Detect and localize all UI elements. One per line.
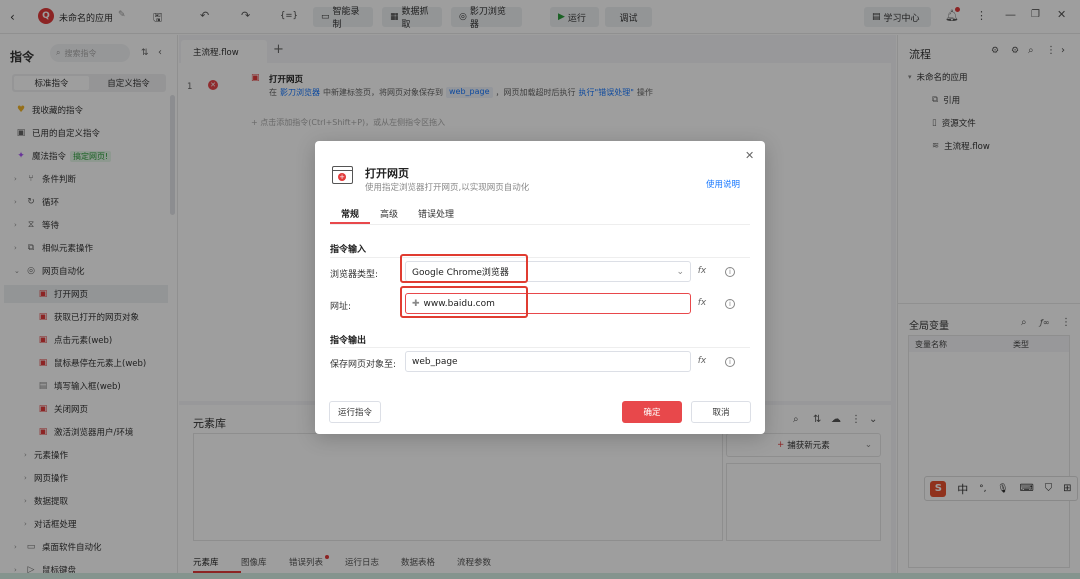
dialog-close-icon[interactable]: ✕ bbox=[745, 149, 754, 162]
tab-error-handling[interactable]: 错误处理 bbox=[408, 207, 464, 224]
url-label: 网址: bbox=[330, 302, 352, 312]
help-link[interactable]: 使用说明 bbox=[706, 178, 740, 190]
run-command-button[interactable]: 运行指令 bbox=[329, 401, 381, 423]
highlight-box bbox=[400, 254, 528, 283]
section-input-title: 指令输入 bbox=[330, 245, 367, 255]
info-icon[interactable]: i bbox=[725, 299, 735, 309]
tab-general[interactable]: 常规 bbox=[330, 207, 370, 224]
info-icon[interactable]: i bbox=[725, 357, 735, 367]
dialog-title: 打开网页 bbox=[365, 167, 409, 180]
fx-button[interactable]: fx bbox=[694, 263, 710, 279]
chevron-down-icon: ⌄ bbox=[676, 266, 684, 277]
cancel-button[interactable]: 取消 bbox=[691, 401, 751, 423]
fx-button[interactable]: fx bbox=[694, 295, 710, 311]
dialog-tabs: 常规 高级 错误处理 bbox=[330, 207, 750, 225]
fx-button[interactable]: fx bbox=[694, 353, 710, 369]
section-output-title: 指令输出 bbox=[330, 336, 367, 346]
save-object-label: 保存网页对象至: bbox=[330, 360, 397, 370]
webpage-icon: + bbox=[332, 166, 353, 184]
dialog-subtitle: 使用指定浏览器打开网页,以实现网页自动化 bbox=[365, 183, 530, 193]
highlight-box bbox=[400, 286, 528, 318]
browser-type-label: 浏览器类型: bbox=[330, 270, 379, 280]
open-webpage-dialog: ✕ + 打开网页 使用指定浏览器打开网页,以实现网页自动化 使用说明 常规 高级… bbox=[315, 141, 765, 434]
ok-button[interactable]: 确定 bbox=[622, 401, 682, 423]
divider bbox=[330, 257, 750, 258]
tab-advanced[interactable]: 高级 bbox=[370, 207, 408, 224]
save-object-input[interactable]: web_page bbox=[405, 351, 691, 372]
info-icon[interactable]: i bbox=[725, 267, 735, 277]
divider bbox=[330, 347, 750, 348]
